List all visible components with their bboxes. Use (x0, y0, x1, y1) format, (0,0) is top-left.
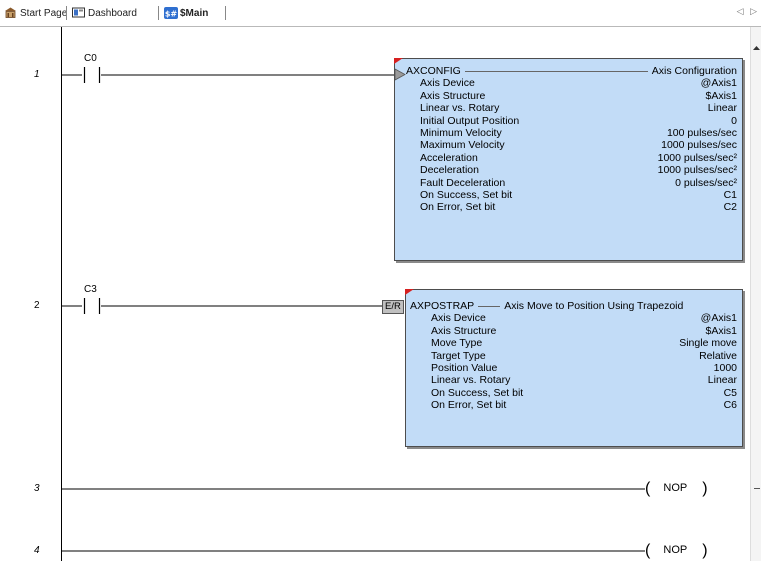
error-marker-icon (405, 289, 414, 295)
parameter-value: @Axis1 (700, 312, 737, 325)
tab-dashboard[interactable]: Dashboard (72, 4, 137, 22)
parameter-label: On Success, Set bit (431, 386, 524, 399)
parameter-row[interactable]: Move Type Single move (406, 337, 742, 349)
parameter-label: Maximum Velocity (420, 139, 505, 152)
parameter-value: @Axis1 (700, 77, 737, 90)
tab-label: $Main (180, 7, 209, 19)
rung-number: 2 (34, 300, 40, 311)
parameter-row[interactable]: On Error, Set bit C6 (406, 399, 742, 411)
dashboard-icon (72, 7, 85, 19)
parameter-label: Deceleration (420, 164, 479, 177)
parameter-row[interactable]: Axis Device @Axis1 (395, 77, 742, 89)
parameter-row[interactable]: Linear vs. Rotary Linear (406, 374, 742, 386)
contact-c3[interactable]: C3 (84, 284, 97, 295)
parameter-label: Fault Deceleration (420, 176, 506, 189)
parameter-value: 1000 (713, 362, 737, 375)
vertical-scrollbar[interactable] (750, 27, 761, 561)
parameter-label: On Error, Set bit (420, 201, 496, 214)
parameter-row[interactable]: Initial Output Position 0 (395, 115, 742, 127)
nop-coil[interactable]: ( NOP ) (645, 480, 708, 498)
parameter-label: On Error, Set bit (431, 399, 507, 412)
parameter-row[interactable]: Axis Structure $Axis1 (395, 90, 742, 102)
tab-label: Dashboard (88, 7, 137, 19)
parameter-label: Axis Structure (420, 89, 486, 102)
instruction-title: Axis Configuration (651, 65, 737, 77)
instruction-header: AXCONFIG Axis Configuration (395, 65, 742, 77)
parameter-value: 100 pulses/sec (666, 127, 737, 140)
svg-text:$#: $# (165, 10, 178, 19)
parameter-row[interactable]: Position Value 1000 (406, 362, 742, 374)
parameter-label: Target Type (431, 349, 486, 362)
parameter-value: C5 (723, 386, 737, 399)
nop-coil[interactable]: ( NOP ) (645, 542, 708, 560)
rung-number: 1 (34, 69, 40, 80)
tab-start-page[interactable]: Start Page (4, 4, 67, 22)
parameter-value: Linear (707, 102, 737, 115)
scroll-up-arrow-icon[interactable] (751, 43, 761, 53)
parameter-row[interactable]: Axis Structure $Axis1 (406, 325, 742, 337)
parameter-label: Acceleration (420, 151, 478, 164)
parameter-row[interactable]: Maximum Velocity 1000 pulses/sec (395, 139, 742, 151)
parameter-row[interactable]: Acceleration 1000 pulses/sec² (395, 152, 742, 164)
parameter-label: On Success, Set bit (420, 189, 513, 202)
start-page-icon (4, 7, 17, 19)
parameter-label: Initial Output Position (420, 114, 520, 127)
parameter-row[interactable]: Target Type Relative (406, 350, 742, 362)
parameter-value: C2 (723, 201, 737, 214)
parameter-row[interactable]: Minimum Velocity 100 pulses/sec (395, 127, 742, 139)
parameter-value: 1000 pulses/sec² (657, 164, 737, 177)
main-program-icon: $# (164, 7, 178, 19)
instruction-name: AXPOSTRAP (410, 300, 475, 312)
parameter-value: Linear (707, 374, 737, 387)
parameter-value: C1 (723, 189, 737, 202)
parameter-label: Axis Device (420, 77, 475, 90)
instruction-title: Axis Move to Position Using Trapezoid (504, 300, 684, 312)
parameter-label: Axis Device (431, 312, 486, 325)
parameter-value: 0 (731, 114, 737, 127)
parameter-row[interactable]: Axis Device @Axis1 (406, 312, 742, 324)
contact-c0[interactable]: C0 (84, 53, 97, 64)
nop-label: NOP (663, 544, 688, 556)
tab-scroll-arrows[interactable]: ◁ ▷ (737, 6, 759, 17)
parameter-row[interactable]: On Success, Set bit C5 (406, 387, 742, 399)
instruction-name: AXCONFIG (406, 65, 461, 77)
parameter-value: Relative (699, 349, 737, 362)
parameter-value: C6 (723, 399, 737, 412)
rung-number: 4 (34, 545, 40, 556)
parameter-label: Move Type (431, 337, 483, 350)
edge-reset-tag: E/R (382, 300, 404, 314)
parameter-row[interactable]: Linear vs. Rotary Linear (395, 102, 742, 114)
parameter-value: 1000 pulses/sec² (657, 151, 737, 164)
document-tab-bar: Start Page Dashboard $# $Main ◁ ▷ (0, 0, 761, 27)
parameter-value: 0 pulses/sec² (675, 176, 737, 189)
parameter-label: Minimum Velocity (420, 127, 502, 140)
nop-label: NOP (663, 482, 688, 494)
parameter-row[interactable]: Deceleration 1000 pulses/sec² (395, 164, 742, 176)
parameter-row[interactable]: On Error, Set bit C2 (395, 201, 742, 213)
parameter-label: Linear vs. Rotary (431, 374, 511, 387)
error-marker-icon (394, 58, 403, 64)
axconfig-instruction-box[interactable]: AXCONFIG Axis Configuration Axis Device @… (394, 58, 743, 261)
axpostrap-instruction-box[interactable]: AXPOSTRAP Axis Move to Position Using Tr… (405, 289, 743, 447)
input-arrow-icon (395, 68, 406, 81)
parameter-value: Single move (679, 337, 737, 350)
rung-number: 3 (34, 483, 40, 494)
parameter-list: Axis Device @Axis1 Axis Structure $Axis1 Mov… (406, 312, 742, 411)
parameter-row[interactable]: Fault Deceleration 0 pulses/sec² (395, 177, 742, 189)
parameter-label: Linear vs. Rotary (420, 102, 500, 115)
parameter-value: $Axis1 (705, 324, 737, 337)
parameter-label: Axis Structure (431, 324, 497, 337)
scrollbar-thumb[interactable] (754, 488, 760, 489)
parameter-value: 1000 pulses/sec (661, 139, 737, 152)
instruction-header: AXPOSTRAP Axis Move to Position Using Tr… (406, 300, 742, 312)
tab-main[interactable]: $# $Main (164, 4, 208, 22)
parameter-value: $Axis1 (705, 89, 737, 102)
ladder-editor[interactable]: 1 2 3 4 C0 C3 AXCONFIG Axis Configuratio… (0, 27, 761, 561)
tab-label: Start Page (20, 7, 68, 19)
parameter-label: Position Value (431, 362, 498, 375)
parameter-row[interactable]: On Success, Set bit C1 (395, 189, 742, 201)
parameter-list: Axis Device @Axis1 Axis Structure $Axis1 Lin… (395, 77, 742, 213)
